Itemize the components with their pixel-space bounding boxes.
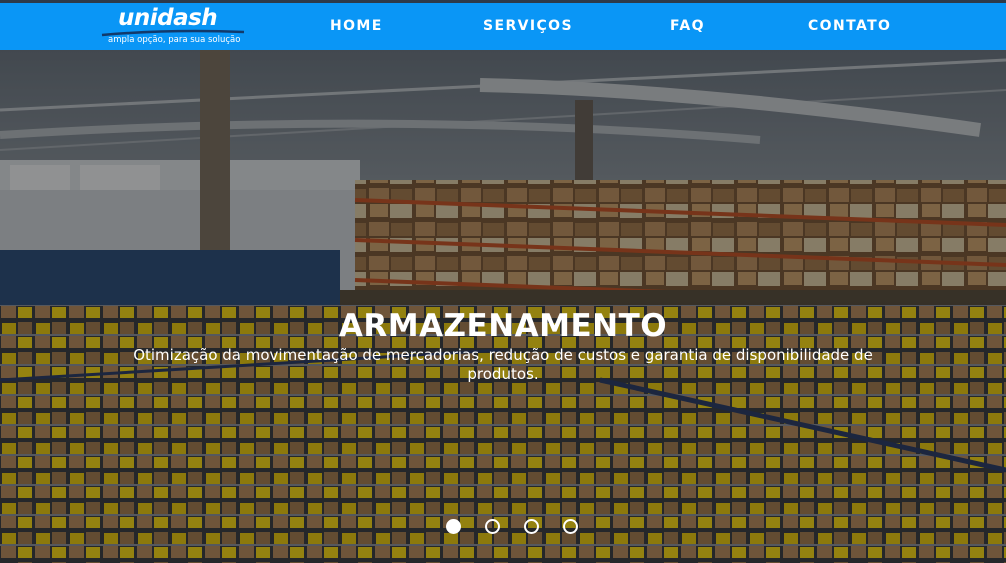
hero-carousel: ARMAZENAMENTO Otimização da movimentação… bbox=[0, 50, 1006, 563]
logo-wordmark: unidash bbox=[118, 5, 218, 31]
brand-logo[interactable]: unidash ampla opção, para sua solução bbox=[100, 3, 250, 50]
carousel-dot-4[interactable] bbox=[563, 519, 578, 534]
nav-faq[interactable]: FAQ bbox=[670, 18, 705, 34]
carousel-dot-1[interactable] bbox=[446, 519, 461, 534]
hero-dark-overlay bbox=[0, 50, 1006, 563]
nav-servicos[interactable]: SERVIÇOS bbox=[483, 18, 573, 34]
nav-home[interactable]: HOME bbox=[330, 18, 383, 34]
nav-contato[interactable]: CONTATO bbox=[808, 18, 891, 34]
carousel-dot-2[interactable] bbox=[485, 519, 500, 534]
hero-description: Otimização da movimentação de mercadoria… bbox=[133, 346, 873, 383]
hero-title: ARMAZENAMENTO bbox=[338, 308, 668, 344]
logo-tagline: ampla opção, para sua solução bbox=[108, 35, 241, 45]
navbar: unidash ampla opção, para sua solução HO… bbox=[0, 3, 1006, 50]
carousel-dot-3[interactable] bbox=[524, 519, 539, 534]
carousel-indicators bbox=[446, 519, 586, 535]
